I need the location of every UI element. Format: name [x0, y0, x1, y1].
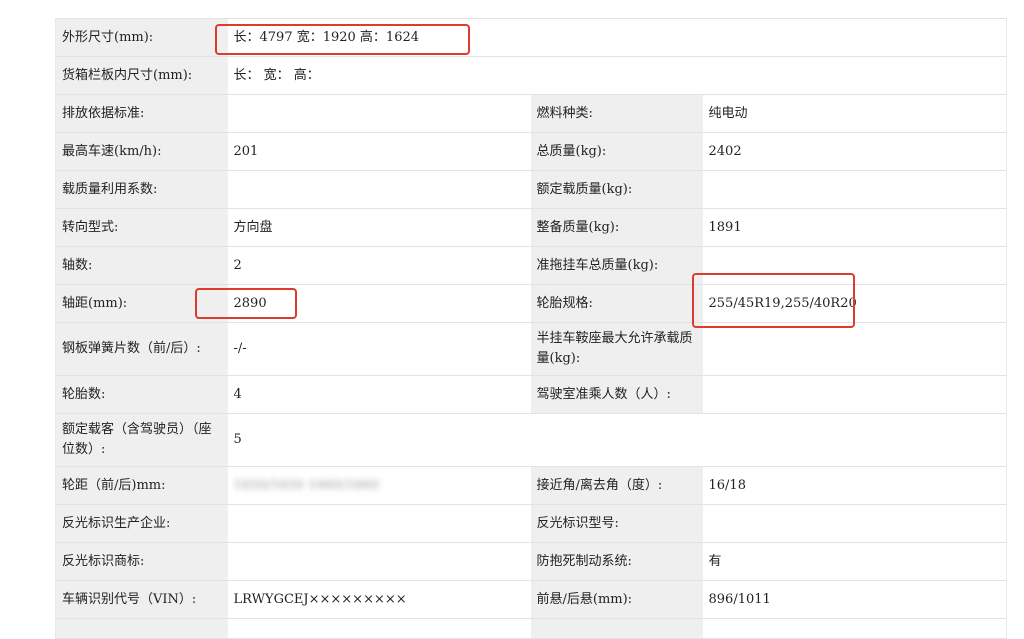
spec-value: 16/18: [702, 466, 1008, 505]
spec-value: 方向盘: [227, 208, 531, 247]
spec-row: 钢板弹簧片数（前/后）: -/- 半挂车鞍座最大允许承载质量(kg):: [55, 322, 1008, 376]
spec-label: 反光标识生产企业:: [55, 504, 228, 543]
spec-value: 896/1011: [702, 580, 1008, 619]
spec-label: 额定载质量(kg):: [530, 170, 703, 209]
spec-label: 半挂车鞍座最大允许承载质量(kg):: [530, 322, 703, 376]
spec-label: 外形尺寸(mm):: [55, 18, 228, 57]
spec-row: 排放依据标准: 燃料种类: 纯电动: [55, 94, 1008, 133]
spec-value: [227, 504, 531, 543]
spec-label: 轴数:: [55, 246, 228, 285]
spec-value: [702, 375, 1008, 414]
spec-row: 轮胎数: 4 驾驶室准乘人数（人）:: [55, 375, 1008, 414]
spec-row: 轴数: 2 准拖挂车总质量(kg):: [55, 246, 1008, 285]
spec-row: 转向型式: 方向盘 整备质量(kg): 1891: [55, 208, 1008, 247]
spec-value: 2: [227, 246, 531, 285]
spec-label: 车辆识别代号（VIN）:: [55, 580, 228, 619]
spec-label: 最高车速(km/h):: [55, 132, 228, 171]
spec-value: 2402: [702, 132, 1008, 171]
spec-label: 燃料种类:: [530, 94, 703, 133]
spec-row: 外形尺寸(mm): 长：4797 宽：1920 高：1624: [55, 18, 1008, 57]
spec-row: 反光标识商标: 防抱死制动系统: 有: [55, 542, 1008, 581]
spec-value: -/-: [227, 322, 531, 376]
vehicle-spec-table: 外形尺寸(mm): 长：4797 宽：1920 高：1624 货箱栏板内尺寸(mm)…: [55, 18, 1008, 639]
spec-value: 201: [227, 132, 531, 171]
spec-label: 驾驶室准乘人数（人）:: [530, 375, 703, 414]
spec-row: 反光标识生产企业: 反光标识型号:: [55, 504, 1008, 543]
spec-label: 轮胎数:: [55, 375, 228, 414]
spec-row: 额定载客（含驾驶员）（座位数）: 5: [55, 413, 1008, 467]
spec-label: 反光标识商标:: [55, 542, 228, 581]
highlight-wheelbase: [195, 288, 297, 319]
spec-label: 额定载客（含驾驶员）（座位数）:: [55, 413, 228, 467]
spec-label: 反光标识型号:: [530, 504, 703, 543]
spec-label: 轮距（前/后)mm:: [55, 466, 228, 505]
spec-label: 总质量(kg):: [530, 132, 703, 171]
spec-value: [227, 170, 531, 209]
spec-value: [702, 322, 1008, 376]
spec-label: 货箱栏板内尺寸(mm):: [55, 56, 228, 95]
spec-value: [702, 170, 1008, 209]
spec-value: 纯电动: [702, 94, 1008, 133]
spec-value: 1891: [702, 208, 1008, 247]
spec-value: 有: [702, 542, 1008, 581]
spec-value: 4: [227, 375, 531, 414]
spec-value: LRWYGCEJ×××××××××: [227, 580, 531, 619]
spec-row: 车辆识别代号（VIN）: LRWYGCEJ××××××××× 前悬/后悬(mm): 8…: [55, 580, 1008, 619]
spec-row: 货箱栏板内尺寸(mm): 长： 宽： 高：: [55, 56, 1008, 95]
spec-value: 5: [227, 413, 1008, 467]
spec-label: 整备质量(kg):: [530, 208, 703, 247]
spec-label: 钢板弹簧片数（前/后）:: [55, 322, 228, 376]
highlight-dimensions: [215, 24, 470, 55]
spec-label: 前悬/后悬(mm):: [530, 580, 703, 619]
spec-value: 长： 宽： 高：: [227, 56, 1008, 95]
spec-value: [227, 542, 531, 581]
highlight-tire-spec: [692, 273, 855, 328]
spec-row: 最高车速(km/h): 201 总质量(kg): 2402: [55, 132, 1008, 171]
spec-value: [227, 94, 531, 133]
spec-value: [702, 504, 1008, 543]
spec-label: 接近角/离去角（度）:: [530, 466, 703, 505]
spec-row: 载质量利用系数: 额定载质量(kg):: [55, 170, 1008, 209]
spec-label: 转向型式:: [55, 208, 228, 247]
spec-value: 1650/1650 1660/1660: [227, 466, 531, 505]
spec-label: 准拖挂车总质量(kg):: [530, 246, 703, 285]
spec-row: 轮距（前/后)mm: 1650/1650 1660/1660 接近角/离去角（度）:…: [55, 466, 1008, 505]
spec-label: 轮胎规格:: [530, 284, 703, 323]
spec-label: 排放依据标准:: [55, 94, 228, 133]
spec-label: 防抱死制动系统:: [530, 542, 703, 581]
redacted-value: 1650/1650 1660/1660: [233, 477, 379, 493]
spec-label: 载质量利用系数:: [55, 170, 228, 209]
